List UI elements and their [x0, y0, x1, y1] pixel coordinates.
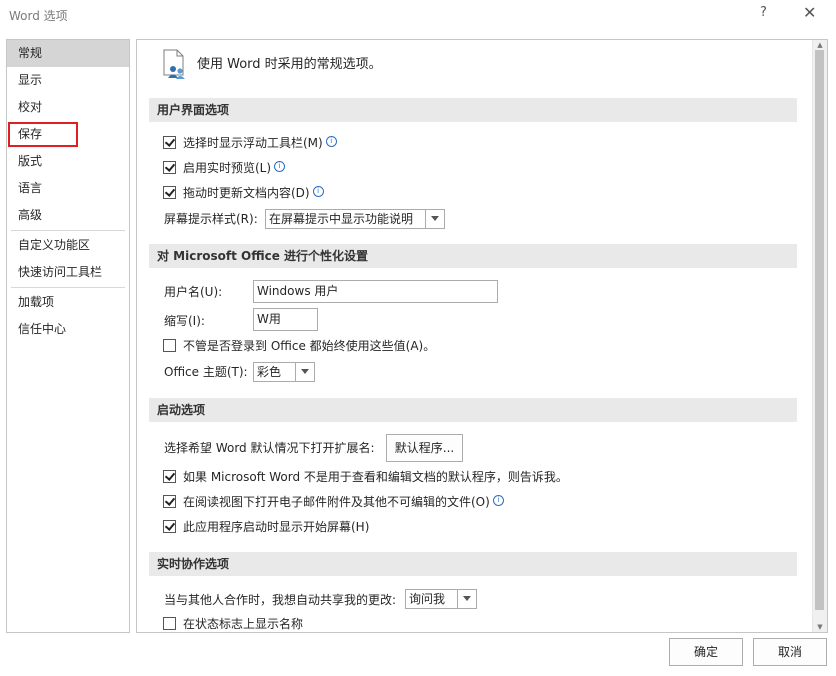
- option-label: 此应用程序启动时显示开始屏幕(H): [183, 520, 370, 534]
- cancel-button[interactable]: 取消: [753, 638, 827, 666]
- option-label: 如果 Microsoft Word 不是用于查看和编辑文档的默认程序，则告诉我。: [183, 470, 568, 484]
- office-theme-label: Office 主题(T):: [164, 365, 248, 379]
- option-live-preview[interactable]: 启用实时预览(L) i: [163, 159, 286, 177]
- nav-item-general[interactable]: 常规: [7, 40, 129, 67]
- checkbox-show-start-screen[interactable]: [163, 520, 176, 533]
- share-changes-select[interactable]: 询问我: [405, 589, 477, 609]
- scroll-up-icon[interactable]: ▲: [813, 40, 827, 50]
- section-startup: 启动选项: [149, 398, 797, 422]
- option-label: 在状态标志上显示名称: [183, 617, 304, 631]
- section-personalize: 对 Microsoft Office 进行个性化设置: [149, 244, 797, 268]
- share-changes-label: 当与其他人合作时，我想自动共享我的更改:: [164, 593, 397, 607]
- option-label: 选择时显示浮动工具栏(M): [183, 136, 323, 150]
- general-options-panel: 使用 Word 时采用的常规选项。 用户界面选项 选择时显示浮动工具栏(M) i …: [136, 39, 828, 633]
- initials-label: 缩写(I):: [164, 314, 205, 328]
- scroll-down-icon[interactable]: ▼: [813, 622, 827, 632]
- nav-item-trust-center[interactable]: 信任中心: [7, 316, 129, 343]
- checkbox-mini-toolbar[interactable]: [163, 136, 176, 149]
- checkbox-tell-default-program[interactable]: [163, 470, 176, 483]
- section-coauthoring: 实时协作选项: [149, 552, 797, 576]
- default-programs-button[interactable]: 默认程序...: [386, 434, 463, 462]
- option-mini-toolbar[interactable]: 选择时显示浮动工具栏(M) i: [163, 134, 337, 152]
- checkbox-live-preview[interactable]: [163, 161, 176, 174]
- option-show-start-screen[interactable]: 此应用程序启动时显示开始屏幕(H): [163, 518, 369, 536]
- ok-button[interactable]: 确定: [669, 638, 743, 666]
- username-label: 用户名(U):: [164, 285, 223, 299]
- vertical-scrollbar[interactable]: ▲ ▼: [812, 40, 827, 632]
- option-label: 启用实时预览(L): [183, 161, 272, 175]
- screentip-style-value: 在屏幕提示中显示功能说明: [269, 212, 414, 226]
- option-update-while-dragging[interactable]: 拖动时更新文档内容(D) i: [163, 184, 324, 202]
- nav-item-language[interactable]: 语言: [7, 175, 129, 202]
- nav-item-layout[interactable]: 版式: [7, 148, 129, 175]
- option-label: 拖动时更新文档内容(D): [183, 186, 310, 200]
- option-open-in-reading-view[interactable]: 在阅读视图下打开电子邮件附件及其他不可编辑的文件(O) i: [163, 493, 504, 511]
- general-options-icon: [161, 49, 189, 81]
- username-input[interactable]: Windows 用户: [253, 280, 498, 303]
- chevron-down-icon[interactable]: [425, 210, 444, 228]
- info-icon[interactable]: i: [325, 136, 337, 147]
- option-label: 在阅读视图下打开电子邮件附件及其他不可编辑的文件(O): [183, 495, 490, 509]
- close-button[interactable]: ✕: [803, 3, 816, 22]
- section-ui-options: 用户界面选项: [149, 98, 797, 122]
- screentip-style-select[interactable]: 在屏幕提示中显示功能说明: [265, 209, 445, 229]
- scrollbar-thumb[interactable]: [815, 50, 824, 610]
- checkbox-always-use-values[interactable]: [163, 339, 176, 352]
- info-icon[interactable]: i: [312, 186, 324, 197]
- chevron-down-icon[interactable]: [457, 590, 476, 608]
- option-label: 不管是否登录到 Office 都始终使用这些值(A)。: [183, 339, 436, 353]
- option-always-use-values[interactable]: 不管是否登录到 Office 都始终使用这些值(A)。: [163, 337, 435, 355]
- option-tell-default-program[interactable]: 如果 Microsoft Word 不是用于查看和编辑文档的默认程序，则告诉我。: [163, 468, 568, 486]
- info-icon[interactable]: i: [274, 161, 286, 172]
- window-title: Word 选项: [9, 9, 68, 23]
- nav-divider: [11, 287, 125, 288]
- chevron-down-icon[interactable]: [295, 363, 314, 381]
- nav-item-save[interactable]: 保存: [7, 121, 79, 148]
- nav-item-advanced[interactable]: 高级: [7, 202, 129, 229]
- initials-input[interactable]: W用: [253, 308, 318, 331]
- share-changes-value: 询问我: [409, 592, 446, 606]
- info-icon[interactable]: i: [492, 495, 504, 506]
- checkbox-update-while-dragging[interactable]: [163, 186, 176, 199]
- help-button[interactable]: ?: [760, 5, 767, 20]
- nav-item-add-ins[interactable]: 加载项: [7, 289, 129, 316]
- default-extensions-label: 选择希望 Word 默认情况下打开扩展名:: [164, 441, 375, 455]
- category-nav: 常规 显示 校对 保存 版式 语言 高级 自定义功能区 快速访问工具栏 加载项 …: [6, 39, 130, 633]
- nav-item-display[interactable]: 显示: [7, 67, 129, 94]
- option-show-names[interactable]: 在状态标志上显示名称: [163, 615, 304, 632]
- office-theme-value: 彩色: [257, 365, 282, 379]
- screentip-style-label: 屏幕提示样式(R):: [164, 212, 258, 226]
- nav-item-quick-access-toolbar[interactable]: 快速访问工具栏: [7, 259, 129, 286]
- nav-item-proofing[interactable]: 校对: [7, 94, 129, 121]
- checkbox-show-names[interactable]: [163, 617, 176, 630]
- nav-divider: [11, 230, 125, 231]
- office-theme-select[interactable]: 彩色: [253, 362, 315, 382]
- nav-item-customize-ribbon[interactable]: 自定义功能区: [7, 232, 129, 259]
- title-bar: Word 选项 ? ✕: [0, 0, 836, 30]
- panel-header: 使用 Word 时采用的常规选项。: [197, 57, 382, 72]
- checkbox-open-in-reading-view[interactable]: [163, 495, 176, 508]
